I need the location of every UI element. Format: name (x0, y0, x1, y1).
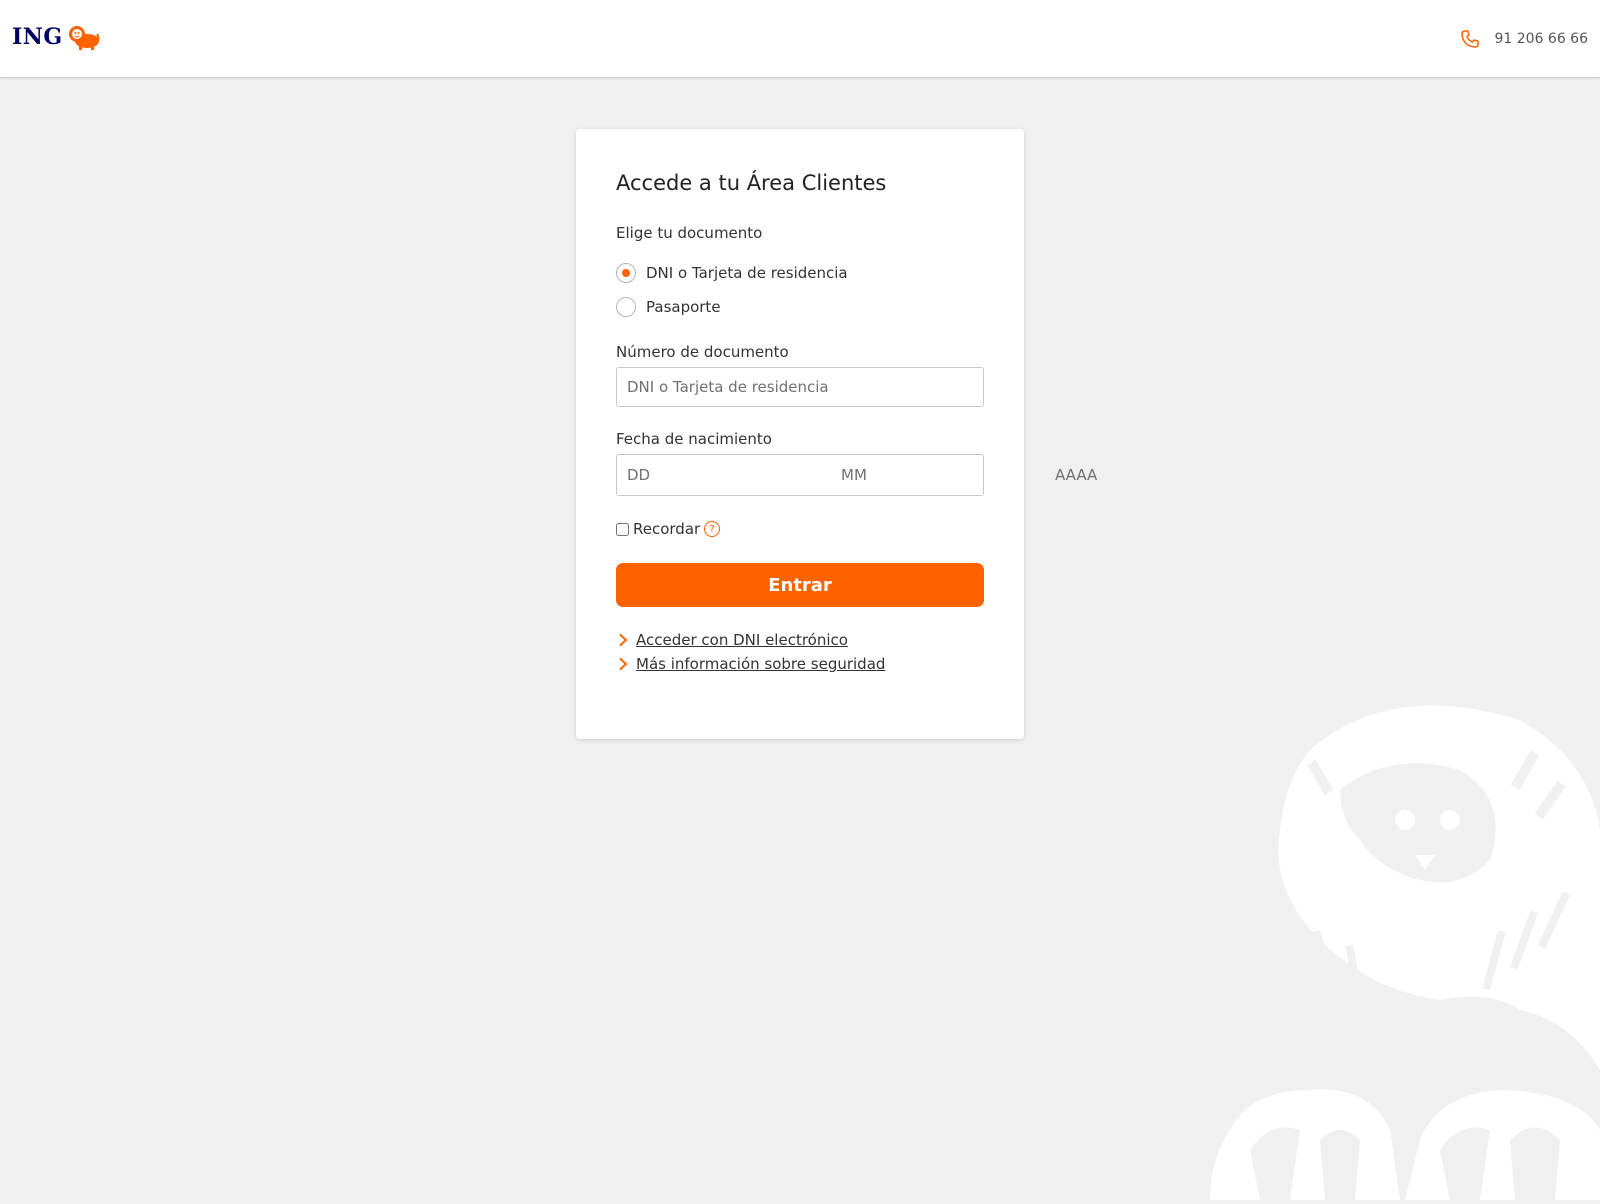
radio-label-dni: DNI o Tarjeta de residencia (646, 264, 848, 282)
birthdate-day-input[interactable] (617, 462, 831, 488)
radio-dni-checked[interactable] (616, 263, 636, 283)
phone-number: 91 206 66 66 (1494, 31, 1588, 47)
document-number-label: Número de documento (616, 343, 789, 361)
radio-option-dni[interactable]: DNI o Tarjeta de residencia (616, 263, 848, 283)
remember-row: Recordar ? (616, 520, 721, 538)
page-title: Accede a tu Área Clientes (616, 171, 887, 195)
radio-option-passport[interactable]: Pasaporte (616, 297, 721, 317)
chevron-right-icon (619, 633, 628, 647)
link-dni-electronico-row: Acceder con DNI electrónico (616, 631, 848, 649)
radio-label-passport: Pasaporte (646, 298, 721, 316)
link-security-info[interactable]: Más información sobre seguridad (636, 655, 885, 673)
phone-contact[interactable]: 91 206 66 66 (1460, 29, 1588, 49)
remember-label[interactable]: Recordar (633, 520, 700, 538)
login-card: Accede a tu Área Clientes Elige tu docum… (576, 129, 1259, 739)
birthdate-month-input[interactable] (831, 462, 1045, 488)
phone-icon (1460, 29, 1480, 49)
remember-checkbox[interactable] (616, 522, 629, 536)
birthdate-label: Fecha de nacimiento (616, 430, 772, 448)
logo-text: ING (12, 24, 63, 50)
birthdate-field-group (616, 454, 1259, 496)
top-header: ING 91 206 66 66 (0, 0, 1600, 78)
ing-logo[interactable]: ING (12, 24, 101, 50)
ing-lion-watermark-icon (1190, 690, 1600, 1200)
document-type-label: Elige tu documento (616, 224, 763, 242)
chevron-right-icon (619, 657, 628, 671)
document-number-input[interactable] (616, 367, 984, 407)
link-security-info-row: Más información sobre seguridad (616, 655, 885, 673)
ing-lion-logo-icon (67, 24, 101, 50)
link-dni-electronico[interactable]: Acceder con DNI electrónico (636, 631, 848, 649)
submit-button[interactable]: Entrar (616, 563, 984, 607)
birthdate-year-input[interactable] (1045, 462, 1259, 488)
question-mark-circle-icon[interactable]: ? (704, 521, 721, 537)
radio-passport[interactable] (616, 297, 636, 317)
